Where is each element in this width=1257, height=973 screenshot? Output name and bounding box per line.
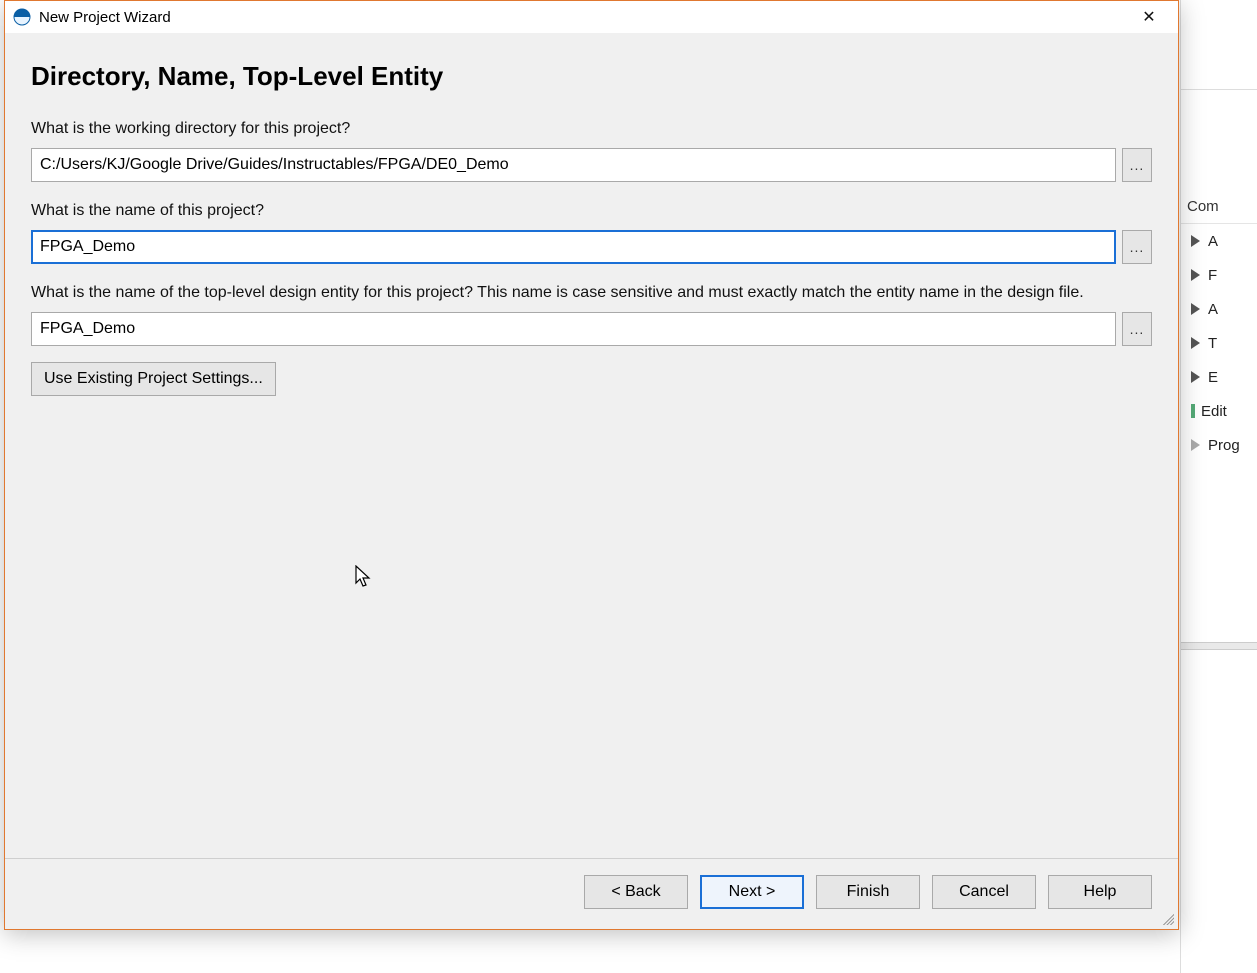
directory-input[interactable] — [31, 148, 1116, 182]
bg-panel-label: F — [1208, 267, 1217, 284]
directory-prompt: What is the working directory for this p… — [31, 120, 1152, 138]
titlebar: New Project Wizard ✕ — [5, 1, 1178, 33]
use-existing-settings-button[interactable]: Use Existing Project Settings... — [31, 362, 276, 396]
bg-panel-item[interactable]: E — [1181, 360, 1257, 394]
page-heading: Directory, Name, Top-Level Entity — [31, 61, 1152, 92]
back-button[interactable]: < Back — [584, 875, 688, 909]
new-project-wizard-dialog: New Project Wizard ✕ Directory, Name, To… — [4, 0, 1179, 930]
bg-panel-label: T — [1208, 335, 1217, 352]
window-title: New Project Wizard — [39, 9, 171, 26]
bg-panel-prog-label: Prog — [1208, 437, 1240, 454]
cancel-label: Cancel — [959, 883, 1009, 900]
bg-panel-header: Com — [1181, 190, 1257, 224]
bg-panel-item[interactable]: A — [1181, 224, 1257, 258]
ellipsis-icon: ... — [1130, 321, 1145, 337]
app-icon — [13, 8, 31, 26]
help-label: Help — [1084, 883, 1117, 900]
wizard-footer: < Back Next > Finish Cancel Help — [5, 875, 1178, 929]
browse-entity-button[interactable]: ... — [1122, 312, 1152, 346]
top-level-entity-input[interactable] — [31, 312, 1116, 346]
ellipsis-icon: ... — [1130, 239, 1145, 255]
bg-panel-edit-label: Edit — [1201, 403, 1227, 420]
bg-panel-item[interactable]: A — [1181, 292, 1257, 326]
bg-panel-prog[interactable]: Prog — [1181, 428, 1257, 462]
bg-panel-edit[interactable]: Edit — [1181, 394, 1257, 428]
wizard-content: Directory, Name, Top-Level Entity What i… — [5, 33, 1178, 858]
close-icon: ✕ — [1142, 7, 1155, 27]
entity-prompt: What is the name of the top-level design… — [31, 284, 1152, 302]
use-existing-settings-label: Use Existing Project Settings... — [44, 370, 263, 388]
bg-panel-label: A — [1208, 233, 1218, 250]
bg-panel-item[interactable]: F — [1181, 258, 1257, 292]
next-label: Next > — [729, 883, 776, 900]
background-panel: Com A F A T E Edit Prog — [1180, 0, 1257, 973]
next-button[interactable]: Next > — [700, 875, 804, 909]
resize-grip[interactable] — [1160, 911, 1174, 925]
close-button[interactable]: ✕ — [1126, 1, 1172, 33]
footer-divider — [5, 858, 1178, 859]
bg-panel-label: E — [1208, 369, 1218, 386]
help-button[interactable]: Help — [1048, 875, 1152, 909]
finish-label: Finish — [847, 883, 890, 900]
browse-directory-button[interactable]: ... — [1122, 148, 1152, 182]
bg-panel-label: A — [1208, 301, 1218, 318]
back-label: < Back — [611, 883, 660, 900]
project-name-input[interactable] — [31, 230, 1116, 264]
finish-button[interactable]: Finish — [816, 875, 920, 909]
bg-panel-item[interactable]: T — [1181, 326, 1257, 360]
ellipsis-icon: ... — [1130, 157, 1145, 173]
project-name-prompt: What is the name of this project? — [31, 202, 1152, 220]
browse-name-button[interactable]: ... — [1122, 230, 1152, 264]
cancel-button[interactable]: Cancel — [932, 875, 1036, 909]
